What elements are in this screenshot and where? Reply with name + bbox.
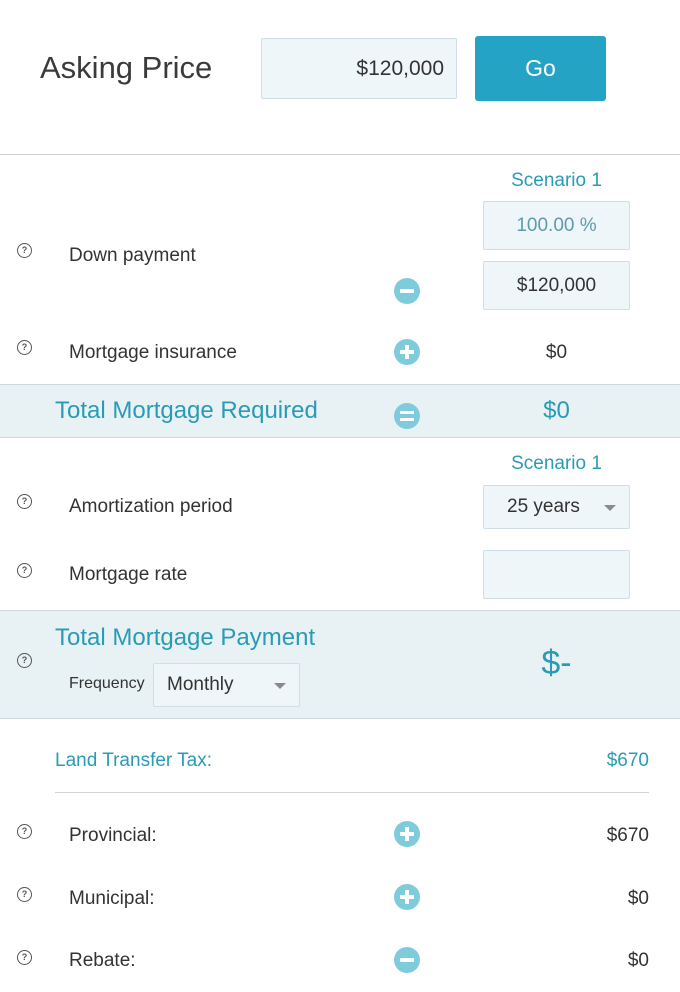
asking-price-label: Asking Price (40, 50, 213, 85)
amortization-period-label: Amortization period (69, 496, 233, 517)
asking-price-value: $120,000 (356, 57, 444, 80)
frequency-value: Monthly (167, 674, 234, 695)
municipal-label: Municipal: (69, 888, 155, 909)
go-button[interactable]: Go (475, 36, 606, 101)
total-mortgage-required-row: Total Mortgage Required $0 (0, 384, 680, 438)
total-mortgage-required-label: Total Mortgage Required (55, 397, 318, 424)
go-button-label: Go (525, 55, 556, 81)
question-circle-icon[interactable]: ? (17, 243, 32, 258)
mortgage-rate-input[interactable] (483, 550, 630, 599)
rebate-value: $0 (627, 950, 649, 971)
down-payment-percent-input[interactable]: 100.00 % (483, 201, 630, 250)
header-divider (0, 154, 680, 155)
question-circle-icon[interactable]: ? (17, 950, 32, 965)
scenario-1-header: Scenario 1 (511, 170, 602, 191)
land-transfer-tax-total: $670 (606, 750, 649, 771)
question-circle-icon[interactable]: ? (17, 563, 32, 578)
question-circle-icon[interactable]: ? (17, 653, 32, 668)
question-circle-icon[interactable]: ? (17, 824, 32, 839)
amortization-period-value: 25 years (507, 496, 580, 517)
frequency-label: Frequency (69, 675, 145, 692)
down-payment-percent-value: 100.00 % (516, 215, 597, 236)
asking-price-input[interactable]: $120,000 (261, 38, 457, 99)
provincial-label: Provincial: (69, 825, 157, 846)
total-mortgage-payment-row: ? Total Mortgage Payment Frequency Month… (0, 610, 680, 719)
provincial-value: $670 (606, 825, 649, 846)
question-circle-icon[interactable]: ? (17, 340, 32, 355)
total-mortgage-payment-value: $- (541, 644, 572, 682)
plus-circle-icon (394, 339, 420, 365)
question-circle-icon[interactable]: ? (17, 494, 32, 509)
plus-circle-icon (394, 821, 420, 847)
down-payment-amount-value: $120,000 (516, 275, 597, 296)
plus-circle-icon (394, 884, 420, 910)
amortization-period-select[interactable]: 25 years (483, 485, 630, 529)
down-payment-amount-input[interactable]: $120,000 (483, 261, 630, 310)
total-mortgage-required-value: $0 (543, 397, 570, 424)
caret-down-icon (274, 683, 286, 689)
minus-circle-icon (394, 947, 420, 973)
total-mortgage-payment-label: Total Mortgage Payment (55, 624, 316, 651)
mortgage-insurance-label: Mortgage insurance (69, 342, 237, 363)
municipal-value: $0 (627, 888, 649, 909)
land-transfer-divider (55, 792, 649, 793)
mortgage-insurance-value: $0 (545, 342, 568, 363)
caret-down-icon (604, 505, 616, 511)
mortgage-rate-label: Mortgage rate (69, 564, 188, 585)
frequency-select[interactable]: Monthly (153, 663, 300, 707)
down-payment-label: Down payment (69, 245, 196, 266)
rebate-label: Rebate: (69, 950, 136, 971)
minus-circle-icon (394, 278, 420, 304)
land-transfer-tax-label: Land Transfer Tax: (55, 750, 213, 771)
question-circle-icon[interactable]: ? (17, 887, 32, 902)
equals-circle-icon (394, 403, 420, 429)
scenario-1-header-payment: Scenario 1 (511, 453, 602, 474)
